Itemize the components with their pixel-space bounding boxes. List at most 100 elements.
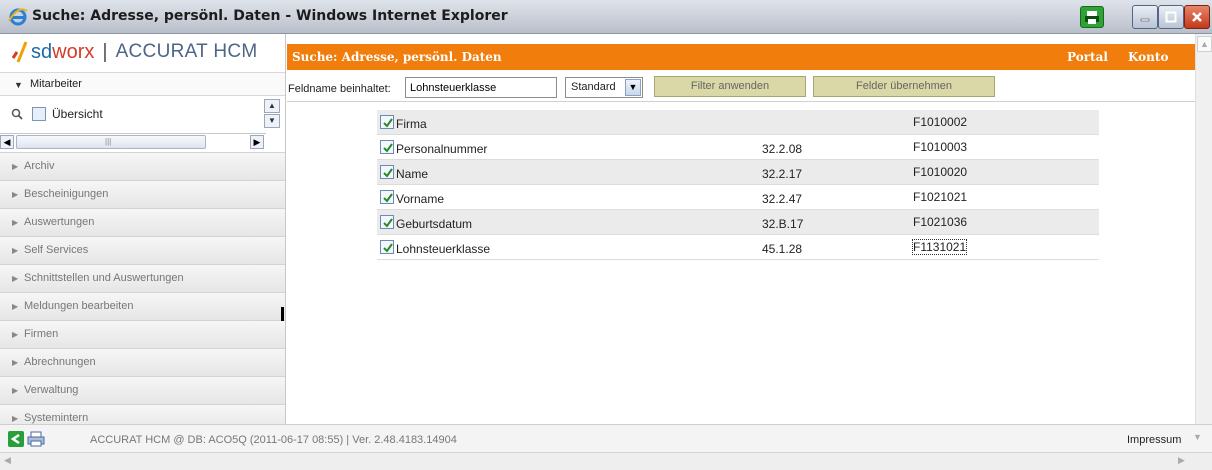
triangle-right-icon: ▶: [12, 274, 19, 283]
nav-item-label: Self Services: [24, 244, 89, 256]
nav-item-archiv[interactable]: ▶ Archiv: [0, 152, 285, 180]
minimize-icon: [1133, 6, 1157, 28]
nav-item-label: Systemintern: [24, 412, 89, 424]
maximize-icon: [1159, 6, 1183, 28]
tree-horizontal-scrollbar[interactable]: ◀ ||| ▶: [0, 133, 266, 149]
field-id: F1010002: [913, 115, 968, 129]
status-bar: ACCURAT HCM @ DB: ACO5Q (2011-06-17 08:5…: [0, 424, 1212, 452]
field-code: 32.2.47: [762, 192, 803, 206]
table-row[interactable]: Vorname 32.2.47 F1021021: [377, 185, 1099, 210]
checkbox[interactable]: [380, 215, 394, 229]
product-name: ACCURAT HCM: [115, 41, 258, 62]
tree-vertical-scrollbar[interactable]: ▲ ▼: [264, 99, 282, 129]
scroll-down-icon[interactable]: ▼: [264, 114, 280, 128]
checkmark-icon: [383, 143, 393, 153]
field-id: F1021036: [913, 215, 968, 229]
table-row[interactable]: Lohnsteuerklasse 45.1.28 F1131021: [377, 235, 1099, 260]
scroll-right-icon[interactable]: ▶: [250, 135, 264, 149]
nav-item-abrechnungen[interactable]: ▶ Abrechnungen: [0, 348, 285, 376]
field-code: 32.2.17: [762, 167, 803, 181]
checkbox[interactable]: [380, 165, 394, 179]
triangle-right-icon: ▶: [12, 330, 19, 339]
scroll-right-icon[interactable]: ▶: [1178, 455, 1192, 468]
close-button[interactable]: [1184, 5, 1210, 29]
checkmark-icon: [383, 193, 393, 203]
field-id: F1021021: [913, 190, 968, 204]
checkbox[interactable]: [380, 240, 394, 254]
nav-item-label: Verwaltung: [24, 384, 79, 396]
nav-item-firmen[interactable]: ▶ Firmen: [0, 320, 285, 348]
nav-item-bescheinigungen[interactable]: ▶ Bescheinigungen: [0, 180, 285, 208]
triangle-right-icon: ▶: [12, 218, 19, 227]
filter-input[interactable]: [405, 77, 557, 98]
nav-item-label: Firmen: [24, 328, 59, 340]
maximize-button[interactable]: [1158, 5, 1184, 29]
triangle-right-icon: ▶: [12, 190, 19, 199]
status-text: ACCURAT HCM @ DB: ACO5Q (2011-06-17 08:5…: [90, 434, 457, 446]
nav-item-self-services[interactable]: ▶ Self Services: [0, 236, 285, 264]
checkbox[interactable]: [380, 140, 394, 154]
close-icon: [1185, 6, 1209, 28]
grip-icon: |||: [105, 137, 112, 146]
view-select[interactable]: Standard ▼: [565, 77, 643, 98]
printer-icon[interactable]: [27, 430, 45, 448]
table-icon: [32, 107, 46, 121]
text-cursor: [281, 307, 284, 321]
nav-item-verwaltung[interactable]: ▶ Verwaltung: [0, 376, 285, 404]
checkbox[interactable]: [380, 190, 394, 204]
scroll-left-icon[interactable]: ◀: [4, 455, 18, 468]
field-name: Personalnummer: [396, 142, 488, 156]
checkbox[interactable]: [380, 115, 394, 129]
print-button[interactable]: [1080, 6, 1104, 28]
table-row[interactable]: Personalnummer 32.2.08 F1010003: [377, 135, 1099, 160]
table-row[interactable]: Firma F1010002: [377, 110, 1099, 135]
checkmark-icon: [383, 118, 393, 128]
field-id: F1010003: [913, 140, 968, 154]
logo-worx-text: worx: [52, 40, 95, 63]
sdworx-logo: sdworx | ACCURAT HCM: [12, 38, 258, 66]
internet-explorer-icon: [8, 8, 28, 26]
checkmark-icon: [383, 168, 393, 178]
field-id: F1010020: [913, 165, 968, 179]
field-code: 45.1.28: [762, 242, 803, 256]
page-title: Suche: Adresse, persönl. Daten: [292, 50, 502, 64]
back-arrow-icon[interactable]: [8, 431, 24, 447]
nav-item-label: Archiv: [24, 160, 55, 172]
page-horizontal-scrollbar[interactable]: ◀ ▶: [0, 452, 1212, 470]
field-name: Name: [396, 167, 429, 181]
scroll-up-icon[interactable]: ▲: [1197, 36, 1212, 52]
minimize-button[interactable]: [1132, 5, 1158, 29]
portal-link[interactable]: Portal: [1067, 50, 1108, 64]
field-table: Firma F1010002 Personalnummer 32.2.08 F1…: [377, 110, 1099, 260]
field-name: Firma: [396, 117, 427, 131]
sidebar: sdworx | ACCURAT HCM ▼ Mitarbeiter Übers…: [0, 34, 286, 432]
impressum-link[interactable]: Impressum: [1127, 434, 1181, 446]
scroll-up-icon[interactable]: ▲: [264, 99, 280, 113]
scroll-thumb[interactable]: |||: [16, 135, 206, 149]
nav-item-schnittstellen[interactable]: ▶ Schnittstellen und Auswertungen: [0, 264, 285, 292]
table-row[interactable]: Name 32.2.17 F1010020: [377, 160, 1099, 185]
logo-separator: |: [102, 40, 108, 63]
scroll-left-icon[interactable]: ◀: [0, 135, 14, 149]
tree-view: Übersicht ▲ ▼ ◀ ||| ▶: [0, 97, 285, 151]
nav-item-label: Abrechnungen: [24, 356, 96, 368]
apply-filter-button[interactable]: Filter anwenden: [654, 76, 806, 97]
table-row[interactable]: Geburtsdatum 32.B.17 F1021036: [377, 210, 1099, 235]
field-name: Geburtsdatum: [396, 217, 473, 231]
field-id: F1131021: [911, 239, 968, 255]
checkmark-icon: [383, 218, 393, 228]
section-mitarbeiter[interactable]: ▼ Mitarbeiter: [0, 72, 285, 96]
triangle-right-icon: ▶: [12, 246, 19, 255]
scroll-down-icon[interactable]: ▼: [1193, 432, 1202, 442]
checkmark-icon: [383, 243, 393, 253]
nav-item-meldungen[interactable]: ▶ Meldungen bearbeiten: [0, 292, 285, 320]
chevron-down-icon[interactable]: ▼: [625, 79, 641, 96]
tree-item-uebersicht[interactable]: Übersicht: [10, 107, 103, 121]
konto-link[interactable]: Konto: [1128, 50, 1168, 64]
page-vertical-scrollbar[interactable]: ▲: [1195, 34, 1212, 424]
nav-item-auswertungen[interactable]: ▶ Auswertungen: [0, 208, 285, 236]
triangle-down-icon: ▼: [14, 80, 23, 90]
page-header: Suche: Adresse, persönl. Daten Portal Ko…: [287, 44, 1195, 70]
nav-item-label: Auswertungen: [24, 216, 95, 228]
take-fields-button[interactable]: Felder übernehmen: [813, 76, 995, 97]
